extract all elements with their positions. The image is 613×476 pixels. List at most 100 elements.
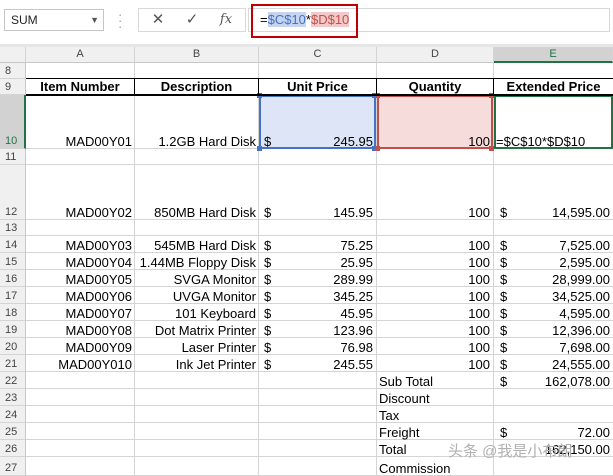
cell-unit-price: 25.95 xyxy=(340,255,373,270)
cell-description: Laser Printer xyxy=(181,340,256,355)
summary-label: Freight xyxy=(379,425,420,440)
table-border xyxy=(376,78,377,95)
row-header-11[interactable]: 11 xyxy=(0,149,26,165)
cell-description: 101 Keyboard xyxy=(175,306,256,321)
cell-quantity: 100 xyxy=(468,289,490,304)
cell-quantity: 100 xyxy=(468,340,490,355)
row-header-20[interactable]: 20 xyxy=(0,338,26,355)
row-header-19[interactable]: 19 xyxy=(0,321,26,338)
header-description: Description xyxy=(160,79,233,94)
row-header-15[interactable]: 15 xyxy=(0,253,26,270)
row-header-8[interactable]: 8 xyxy=(0,63,26,79)
function-icon: fx xyxy=(219,12,233,27)
gridline-h xyxy=(26,164,613,165)
chevron-down-icon[interactable]: ▼ xyxy=(90,10,99,30)
column-header-a[interactable]: A xyxy=(26,47,135,63)
cell-quantity: 100 xyxy=(468,306,490,321)
column-header-b[interactable]: B xyxy=(135,47,259,63)
column-header-e[interactable]: E xyxy=(494,47,613,63)
cell-quantity: 100 xyxy=(468,357,490,372)
row-header-13[interactable]: 13 xyxy=(0,220,26,236)
select-all-corner[interactable] xyxy=(0,47,26,63)
summary-label: Sub Total xyxy=(379,374,433,389)
summary-value: 162,078.00 xyxy=(544,374,610,389)
row-header-14[interactable]: 14 xyxy=(0,236,26,253)
table-border xyxy=(134,78,135,95)
close-icon: ✕ xyxy=(151,11,165,28)
cell-quantity: 100 xyxy=(468,323,490,338)
cell-unit-price: 245.95 xyxy=(333,134,373,149)
cell-description: UVGA Monitor xyxy=(172,289,256,304)
cell-quantity: 100 xyxy=(468,205,490,220)
row-header-24[interactable]: 24 xyxy=(0,406,26,423)
cell-extended-price: 2,595.00 xyxy=(559,255,610,270)
gridline-h xyxy=(26,235,613,236)
cell-extended-price: 4,595.00 xyxy=(559,306,610,321)
grip-dots-icon[interactable]: · · · xyxy=(118,8,124,33)
row-header-21[interactable]: 21 xyxy=(0,355,26,372)
cell-item-number: MAD00Y01 xyxy=(65,134,132,149)
cell-item-number: MAD00Y08 xyxy=(65,323,132,338)
row-header-12[interactable]: 12 xyxy=(0,165,26,220)
name-box[interactable]: SUM ▼ xyxy=(4,9,104,31)
check-icon: ✓ xyxy=(185,11,199,28)
cell-unit-price: 75.25 xyxy=(340,238,373,253)
cell-description: Dot Matrix Printer xyxy=(154,323,256,338)
row-header-18[interactable]: 18 xyxy=(0,304,26,321)
gridline-h xyxy=(26,422,613,423)
header-extended-price: Extended Price xyxy=(506,79,601,94)
formula-bar: SUM ▼ · · · ✕ ✓ fx =$C$10*$D$10 xyxy=(0,0,613,44)
row-header-25[interactable]: 25 xyxy=(0,423,26,440)
header-unit-price: Unit Price xyxy=(287,79,348,94)
column-header-c[interactable]: C xyxy=(259,47,377,63)
row-header-16[interactable]: 16 xyxy=(0,270,26,287)
cell-description: 1.2GB Hard Disk xyxy=(158,134,256,149)
cell-item-number: MAD00Y03 xyxy=(65,238,132,253)
cell-quantity: 100 xyxy=(468,238,490,253)
formula-ref-d10: $D$10 xyxy=(310,12,350,27)
cell-unit-price: 123.96 xyxy=(333,323,373,338)
row-header-10[interactable]: 10 xyxy=(0,95,26,149)
summary-value: 72.00 xyxy=(577,425,610,440)
cancel-button[interactable]: ✕ xyxy=(141,9,175,31)
cell-item-number: MAD00Y07 xyxy=(65,306,132,321)
cell-unit-price: 345.25 xyxy=(333,289,373,304)
summary-label: Discount xyxy=(379,391,430,406)
watermark: 头条 @我是小布朗 xyxy=(448,443,573,460)
row-header-27[interactable]: 27 xyxy=(0,457,26,476)
enter-button[interactable]: ✓ xyxy=(175,9,209,31)
cell-unit-price: 45.95 xyxy=(340,306,373,321)
cell-description: 1.44MB Floppy Disk xyxy=(139,255,256,270)
row-header-23[interactable]: 23 xyxy=(0,389,26,406)
cell-extended-price-formula: =$C$10*$D$10 xyxy=(496,134,586,149)
formula-text: =$C$10*$D$10 xyxy=(260,12,350,27)
row-header-26[interactable]: 26 xyxy=(0,440,26,457)
cell-extended-price: 24,555.00 xyxy=(552,357,610,372)
cell-item-number: MAD00Y04 xyxy=(65,255,132,270)
cell-description: Ink Jet Printer xyxy=(175,357,256,372)
cell-item-number: MAD00Y02 xyxy=(65,205,132,220)
header-item-number: Item Number xyxy=(40,79,120,94)
table-border xyxy=(26,78,613,79)
column-header-d[interactable]: D xyxy=(377,47,494,63)
cell-extended-price: 7,525.00 xyxy=(559,238,610,253)
cell-description: 850MB Hard Disk xyxy=(154,205,256,220)
cell-extended-price: 28,999.00 xyxy=(552,272,610,287)
table-border xyxy=(493,78,494,95)
summary-label: Commission xyxy=(379,461,451,476)
row-header-17[interactable]: 17 xyxy=(0,287,26,304)
cell-unit-price: 76.98 xyxy=(340,340,373,355)
row-header-22[interactable]: 22 xyxy=(0,372,26,389)
cell-item-number: MAD00Y05 xyxy=(65,272,132,287)
cell-description: 545MB Hard Disk xyxy=(154,238,256,253)
insert-function-button[interactable]: fx xyxy=(209,9,243,31)
cell-unit-price: 289.99 xyxy=(333,272,373,287)
cell-extended-price: 14,595.00 xyxy=(552,205,610,220)
cell-item-number: MAD00Y09 xyxy=(65,340,132,355)
cell-quantity: 100 xyxy=(468,134,490,149)
cell-item-number: MAD00Y010 xyxy=(58,357,132,372)
name-box-value: SUM xyxy=(11,13,38,27)
cell-extended-price: 12,396.00 xyxy=(552,323,610,338)
cell-extended-price: 34,525.00 xyxy=(552,289,610,304)
row-header-9[interactable]: 9 xyxy=(0,79,26,95)
